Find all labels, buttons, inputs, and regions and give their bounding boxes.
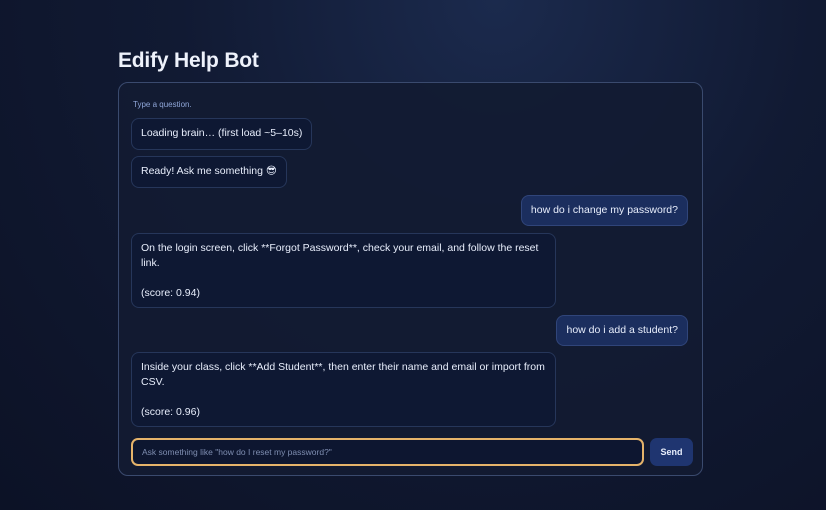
page-title: Edify Help Bot bbox=[118, 49, 259, 72]
user-message: how do i add a student? bbox=[556, 315, 688, 346]
bot-message: On the login screen, click **Forgot Pass… bbox=[131, 233, 556, 308]
user-message: how do i change my password? bbox=[520, 195, 688, 226]
bot-message: Ready! Ask me something 😎 bbox=[131, 156, 287, 188]
chat-input[interactable] bbox=[131, 438, 644, 466]
composer: Send bbox=[131, 438, 693, 467]
bot-message: Loading brain… (first load ~5–10s) bbox=[131, 118, 313, 150]
chat-panel: Type a question. Loading brain… (first l… bbox=[118, 82, 703, 476]
bot-message: Inside your class, click **Add Student**… bbox=[131, 352, 556, 427]
chat-hint: Type a question. bbox=[133, 100, 192, 109]
send-button[interactable]: Send bbox=[650, 438, 693, 466]
